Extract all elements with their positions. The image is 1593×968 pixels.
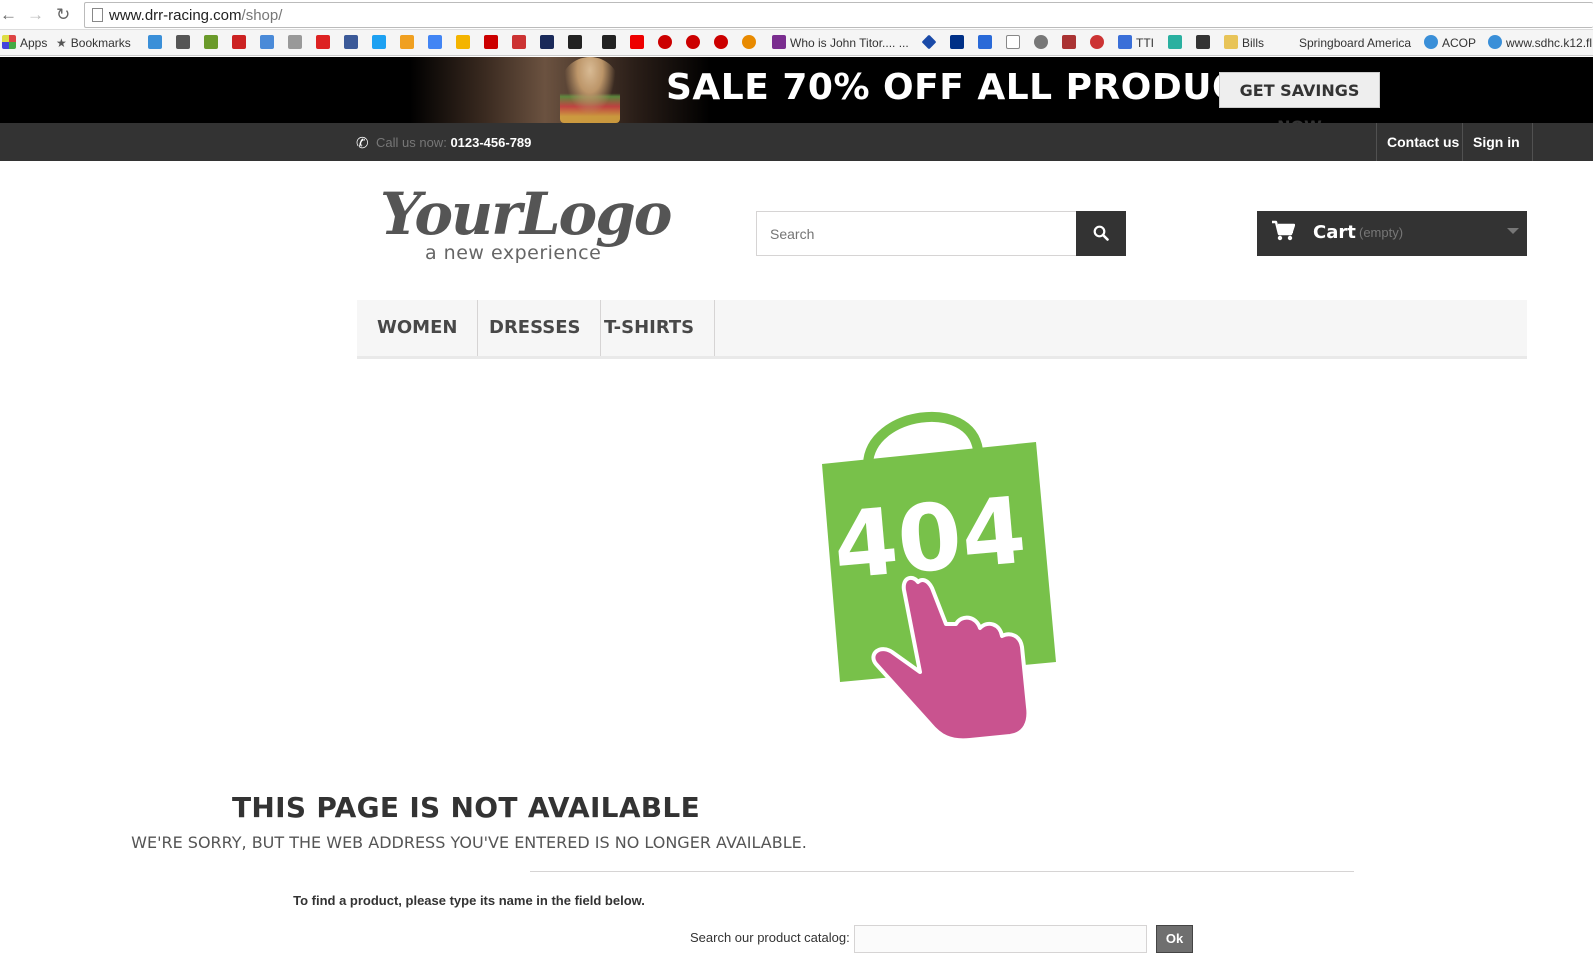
bookmark-flag-icon[interactable] (1196, 34, 1214, 52)
top-nav-bar: ✆ Call us now: 0123-456-789 Contact us Si… (0, 123, 1593, 161)
error-subtitle: WE'RE SORRY, BUT THE WEB ADDRESS YOU'VE … (131, 833, 807, 852)
phone-icon: ✆ (356, 135, 369, 152)
tti-icon (1118, 35, 1132, 49)
catalog-search-input[interactable] (854, 925, 1147, 953)
bookmark-cnn-icon[interactable] (484, 34, 502, 52)
bookmark-news-icon[interactable] (512, 34, 530, 52)
bookmark-apps[interactable]: Apps (2, 34, 47, 52)
bookmark-wu-icon[interactable] (602, 34, 620, 52)
search-input[interactable] (756, 211, 1077, 256)
back-arrow-icon[interactable]: ← (0, 5, 17, 25)
bookmark-tti[interactable]: TTI (1118, 34, 1154, 52)
bookmark-diamond-icon[interactable] (921, 34, 940, 52)
bookmarks-bar: Apps ★ Bookmarks Who is John Titor.... ..… (0, 30, 1593, 56)
search-button[interactable] (1076, 211, 1126, 256)
bookmark-facebook-icon[interactable] (344, 34, 362, 52)
catalog-search-label: Search our product catalog: (690, 930, 850, 945)
chevron-down-icon (1507, 228, 1519, 234)
bookmark-blue-icon[interactable] (978, 34, 996, 52)
bookmark-sdhc[interactable]: www.sdhc.k12.fl (1488, 34, 1592, 52)
bookmark-john-titor[interactable]: Who is John Titor.... ... (772, 34, 909, 52)
url-field[interactable]: www.drr-racing.com/shop/ (84, 2, 1593, 28)
page-icon (92, 8, 103, 22)
globe-icon (1424, 35, 1438, 49)
bookmark-acop[interactable]: ACOP (1424, 34, 1476, 52)
get-savings-button[interactable]: GET SAVINGS NOW (1219, 72, 1380, 136)
menu-item-dresses[interactable]: DRESSES (469, 300, 602, 356)
bookmark-google-icon[interactable] (428, 34, 446, 52)
divider (530, 871, 1354, 872)
promo-model-image (560, 57, 620, 123)
bookmark-doc-icon[interactable] (1006, 34, 1024, 52)
folder-icon (1224, 35, 1238, 49)
bookmark-red2-icon[interactable] (686, 34, 704, 52)
error-title: THIS PAGE IS NOT AVAILABLE (231, 791, 700, 824)
bookmark-h-icon[interactable] (1168, 34, 1186, 52)
bookmark-red1-icon[interactable] (658, 34, 676, 52)
url-domain: www.drr-racing.com (109, 7, 242, 24)
main-menu: WOMEN DRESSES T-SHIRTS (357, 300, 1527, 359)
apps-grid-icon (2, 35, 16, 49)
bookmark-twitter-icon[interactable] (372, 34, 390, 52)
logo-main-text: YourLogo (380, 180, 672, 248)
menu-item-women[interactable]: WOMEN (357, 300, 479, 356)
bookmark-wsj-icon[interactable] (540, 34, 558, 52)
globe-icon (1488, 35, 1502, 49)
sign-in-link[interactable]: Sign in (1462, 123, 1533, 161)
menu-item-t-shirts[interactable]: T-SHIRTS (584, 300, 716, 356)
bookmark-bird-icon[interactable] (260, 34, 278, 52)
bookmark-bookmarks[interactable]: ★ Bookmarks (56, 34, 131, 52)
bookmark-jr-icon[interactable] (148, 34, 166, 52)
search-icon (1093, 225, 1109, 241)
header-search (756, 211, 1127, 256)
bookmark-apple-icon[interactable] (1034, 34, 1052, 52)
promo-headline: SALE 70% OFF ALL PRODUCTS (666, 67, 1291, 108)
bookmark-paw-icon[interactable] (204, 34, 222, 52)
site-logo[interactable]: YourLogo a new experience (380, 180, 680, 270)
404-shopping-bag-image: 404 (822, 412, 1056, 743)
bookmark-paypal-icon[interactable] (950, 34, 968, 52)
bookmark-orange-icon[interactable] (742, 34, 760, 52)
cart-status: (empty) (1359, 225, 1404, 240)
bookmark-youtube-icon[interactable] (630, 34, 648, 52)
call-us: ✆ Call us now: 0123-456-789 (356, 134, 532, 152)
cart-label: Cart (1313, 222, 1356, 243)
bookmark-netflix-icon[interactable] (316, 34, 334, 52)
bookmark-abc-icon[interactable] (1090, 34, 1108, 52)
contact-us-link[interactable]: Contact us (1376, 123, 1469, 161)
purple-p-icon (772, 35, 786, 49)
star-icon: ★ (56, 36, 67, 50)
ok-button[interactable]: Ok (1156, 925, 1193, 953)
bookmark-search-icon[interactable] (400, 34, 418, 52)
reload-icon[interactable]: ↻ (56, 5, 70, 25)
bookmark-alien-icon[interactable] (568, 34, 586, 52)
forward-arrow-icon[interactable]: → (27, 5, 44, 25)
bookmark-red3-icon[interactable] (714, 34, 732, 52)
bookmark-springboard[interactable]: Springboard America (1299, 34, 1411, 52)
logo-tagline: a new experience (425, 242, 602, 264)
bookmark-book-icon[interactable] (1062, 34, 1080, 52)
phone-number: 0123-456-789 (450, 135, 532, 150)
bookmark-drive-icon[interactable] (456, 34, 474, 52)
find-product-text: To find a product, please type its name … (293, 893, 645, 908)
url-path: /shop/ (241, 7, 283, 24)
bookmark-bills[interactable]: Bills (1224, 34, 1264, 52)
cart-icon (1271, 220, 1296, 248)
bookmark-reddit-icon[interactable] (288, 34, 306, 52)
browser-address-bar: ← → ↻ www.drr-racing.com/shop/ (0, 0, 1593, 30)
cart-button[interactable]: Cart (empty) (1257, 211, 1527, 256)
bookmark-wf-icon[interactable] (232, 34, 250, 52)
bookmark-disney-icon[interactable] (176, 34, 194, 52)
call-label: Call us now: (376, 135, 447, 150)
